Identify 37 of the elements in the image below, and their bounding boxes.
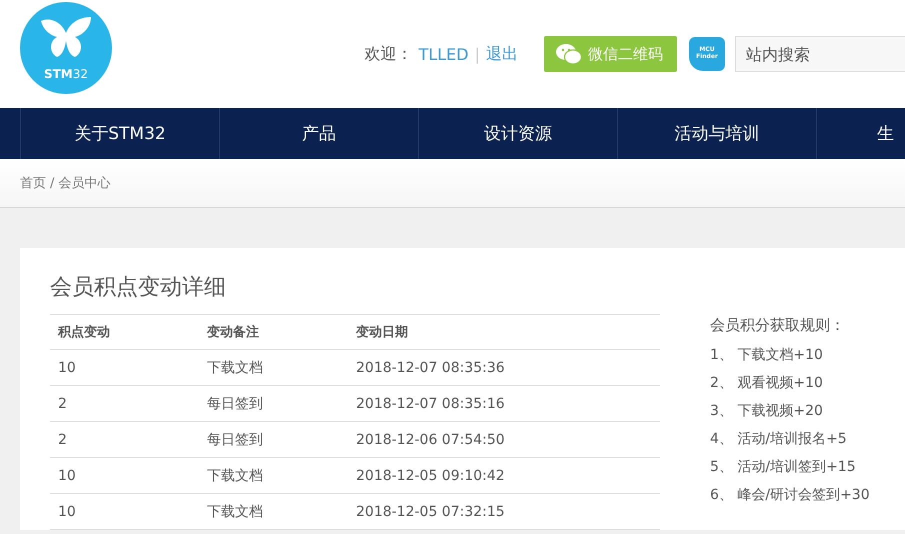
table-cell: 2 [50, 386, 199, 422]
rule-item: 3、 下载视频+20 [710, 402, 824, 421]
table-cell: 2018-12-05 09:10:42 [348, 458, 660, 494]
link-divider: | [474, 44, 480, 64]
table-cell: 2018-12-05 07:32:15 [348, 494, 660, 530]
column-header: 变动备注 [199, 314, 348, 350]
logo[interactable]: STM32 [20, 2, 112, 94]
breadcrumb-link[interactable]: 首页 [20, 174, 46, 192]
search-field[interactable]: 站内搜索 [735, 36, 905, 72]
rule-item: 6、 峰会/研讨会签到+30 [710, 486, 870, 505]
column-header: 积点变动 [50, 314, 199, 350]
table-cell: 10 [50, 458, 199, 494]
logout-link[interactable]: 退出 [486, 44, 518, 64]
table-cell: 每日签到 [199, 422, 348, 458]
rule-item: 4、 活动/培训报名+5 [710, 430, 848, 449]
breadcrumb-separator: / [50, 176, 54, 190]
table-cell: 下载文档 [199, 494, 348, 530]
rule-item: 2、 观看视频+10 [710, 374, 824, 393]
table-cell: 每日签到 [199, 386, 348, 422]
username-link[interactable]: TLLED [418, 44, 469, 64]
rules-title: 会员积分获取规则： [710, 316, 846, 335]
welcome-label: 欢迎： [364, 44, 413, 64]
table-cell: 10 [50, 350, 199, 386]
rule-item: 1、 下载文档+10 [710, 346, 824, 365]
column-header: 变动日期 [348, 314, 660, 350]
rule-item: 5、 活动/培训签到+15 [710, 458, 857, 477]
table-cell: 下载文档 [199, 350, 348, 386]
table-cell: 10 [50, 494, 199, 530]
page-title: 会员积点变动详细 [50, 274, 227, 302]
table-cell: 下载文档 [199, 458, 348, 494]
table-cell: 2018-12-06 07:54:50 [348, 422, 660, 458]
table-cell: 2018-12-07 08:35:16 [348, 386, 660, 422]
breadcrumb-link[interactable]: 会员中心 [58, 174, 110, 192]
table-cell: 2 [50, 422, 199, 458]
chat-bubbles-icon [556, 43, 582, 65]
table-cell: 2018-12-07 08:35:36 [348, 350, 660, 386]
logo-text: STM32 [44, 67, 88, 81]
